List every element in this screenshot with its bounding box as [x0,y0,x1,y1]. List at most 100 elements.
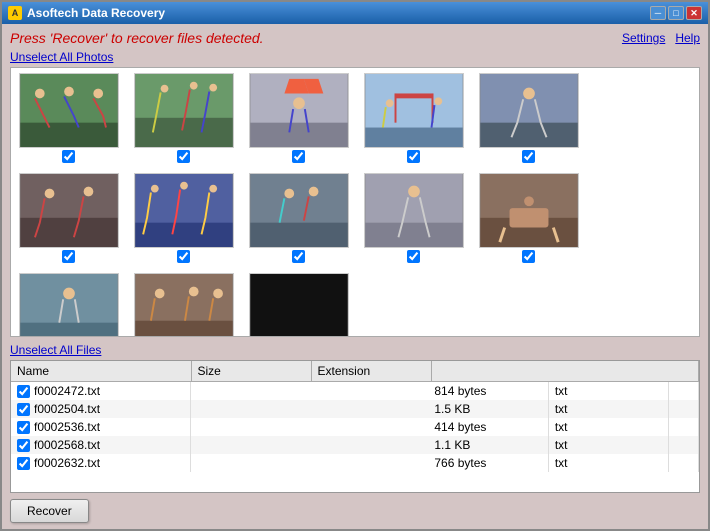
photo-item-13 [246,273,351,336]
file-name-cell-3: f0002568.txt [11,436,191,454]
photo-thumb-4 [364,73,464,148]
photo-checkbox-9[interactable] [407,250,420,263]
photo-thumb-1 [19,73,119,148]
file-name-4: f0002632.txt [34,456,100,470]
photo-item-1 [16,73,121,163]
recover-message: Press 'Recover' to recover files detecte… [10,30,264,46]
file-name-3: f0002568.txt [34,438,100,452]
col-extension: Extension [311,361,431,382]
photo-thumb-8 [249,173,349,248]
file-size-4: 766 bytes [428,454,548,472]
file-checkbox-4[interactable] [17,457,30,470]
title-bar: A Asoftech Data Recovery ─ □ ✕ [2,2,708,24]
col-name: Name [11,361,191,382]
file-name-cell-0: f0002472.txt [11,382,191,400]
table-scroll[interactable]: f0002472.txt814 bytestxtf0002504.txt1.5 … [11,382,699,492]
photo-thumb-11 [19,273,119,336]
window-title: Asoftech Data Recovery [27,6,165,20]
photo-item-2 [131,73,236,163]
file-name-0: f0002472.txt [34,384,100,398]
file-name-2: f0002536.txt [34,420,100,434]
photo-thumb-13 [249,273,349,336]
file-extra-4 [668,454,698,472]
files-table-container: Name Size Extension f0002472.txt814 byte… [10,360,700,493]
file-size-3: 1.1 KB [428,436,548,454]
photo-checkbox-3[interactable] [292,150,305,163]
photo-thumb-5 [479,73,579,148]
file-checkbox-3[interactable] [17,439,30,452]
top-bar: Press 'Recover' to recover files detecte… [10,30,700,46]
app-icon: A [8,6,22,20]
photo-checkbox-1[interactable] [62,150,75,163]
photo-checkbox-container-9 [407,250,420,263]
minimize-button[interactable]: ─ [650,6,666,20]
photo-thumb-2 [134,73,234,148]
photo-item-7 [131,173,236,263]
file-size-2: 414 bytes [428,418,548,436]
close-button[interactable]: ✕ [686,6,702,20]
photo-checkbox-container-8 [292,250,305,263]
file-extra-3 [668,436,698,454]
photo-checkbox-container-3 [292,150,305,163]
photo-checkbox-container-5 [522,150,535,163]
file-size-1: 1.5 KB [428,400,548,418]
col-size: Size [191,361,311,382]
photo-thumb-9 [364,173,464,248]
file-checkbox-2[interactable] [17,421,30,434]
photo-checkbox-7[interactable] [177,250,190,263]
file-extra-1 [668,400,698,418]
photo-item-6 [16,173,121,263]
file-checkbox-1[interactable] [17,403,30,416]
bottom-bar: Recover [10,499,700,523]
photo-checkbox-container-4 [407,150,420,163]
top-links: Settings Help [622,31,700,45]
files-section: Unselect All Files Name Size Extension [10,343,700,493]
photo-checkbox-container-2 [177,150,190,163]
photo-thumb-3 [249,73,349,148]
photo-checkbox-10[interactable] [522,250,535,263]
photo-checkbox-container-1 [62,150,75,163]
file-extension-4: txt [548,454,668,472]
maximize-button[interactable]: □ [668,6,684,20]
photo-item-11 [16,273,121,336]
file-name-cell-4: f0002632.txt [11,454,191,472]
photo-thumb-12 [134,273,234,336]
photo-checkbox-container-10 [522,250,535,263]
photo-thumb-7 [134,173,234,248]
unselect-all-photos-link[interactable]: Unselect All Photos [10,50,700,64]
recover-button[interactable]: Recover [10,499,89,523]
file-extra-0 [668,382,698,400]
file-extension-0: txt [548,382,668,400]
file-name-cell-2: f0002536.txt [11,418,191,436]
title-bar-left: A Asoftech Data Recovery [8,6,165,20]
help-link[interactable]: Help [675,31,700,45]
photo-checkbox-5[interactable] [522,150,535,163]
col-extra [431,361,699,382]
title-bar-buttons: ─ □ ✕ [650,6,702,20]
photo-checkbox-6[interactable] [62,250,75,263]
unselect-all-files-link[interactable]: Unselect All Files [10,343,700,357]
photo-item-12 [131,273,236,336]
photos-panel [10,67,700,337]
files-table-body: f0002472.txt814 bytestxtf0002504.txt1.5 … [11,382,699,472]
photo-checkbox-2[interactable] [177,150,190,163]
photo-checkbox-container-7 [177,250,190,263]
photo-item-3 [246,73,351,163]
table-row: f0002568.txt 1.1 KBtxt [11,436,699,454]
photos-scroll-area[interactable] [11,68,699,336]
settings-link[interactable]: Settings [622,31,665,45]
file-checkbox-0[interactable] [17,385,30,398]
photo-checkbox-8[interactable] [292,250,305,263]
file-extension-3: txt [548,436,668,454]
photo-thumb-6 [19,173,119,248]
photo-checkbox-container-6 [62,250,75,263]
photo-item-9 [361,173,466,263]
file-name-1: f0002504.txt [34,402,100,416]
photo-item-10 [476,173,581,263]
photo-checkbox-4[interactable] [407,150,420,163]
photo-item-5 [476,73,581,163]
photo-thumb-10 [479,173,579,248]
files-table-header: Name Size Extension [11,361,699,382]
main-window: A Asoftech Data Recovery ─ □ ✕ Press 'Re… [0,0,710,531]
main-content: Press 'Recover' to recover files detecte… [2,24,708,529]
